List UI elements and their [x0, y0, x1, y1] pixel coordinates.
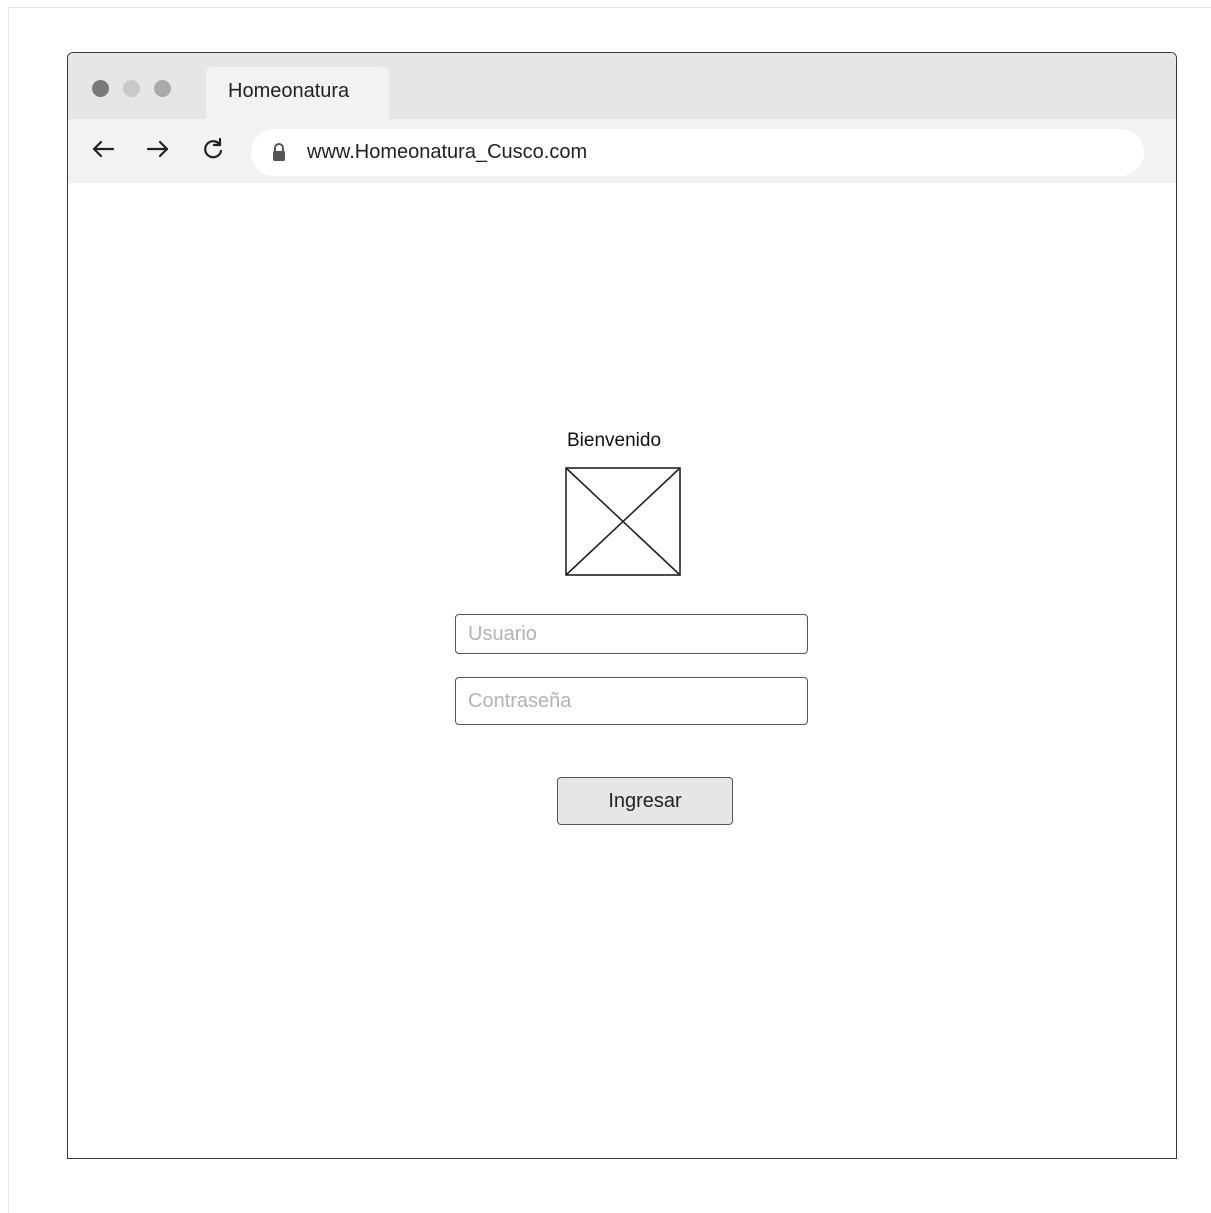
- maximize-dot-icon[interactable]: [154, 80, 171, 97]
- username-input[interactable]: [455, 614, 808, 654]
- url-text: www.Homeonatura_Cusco.com: [307, 141, 588, 163]
- login-button[interactable]: Ingresar: [557, 777, 733, 825]
- password-input[interactable]: [455, 677, 808, 725]
- reload-button[interactable]: [195, 131, 231, 167]
- page-edge-left: [8, 7, 9, 1213]
- lock-icon: [273, 143, 285, 161]
- tab-title: Homeonatura: [228, 80, 350, 102]
- browser-tab[interactable]: Homeonatura: [206, 67, 389, 119]
- browser-window: Homeonatura www.Homeonatura_Cusco.com Bi…: [67, 52, 1177, 1159]
- reload-icon: [204, 137, 223, 159]
- back-arrow-icon: [92, 140, 115, 158]
- address-bar[interactable]: www.Homeonatura_Cusco.com: [251, 129, 1144, 176]
- page-edge-top: [8, 7, 1211, 8]
- minimize-dot-icon[interactable]: [123, 80, 140, 97]
- browser-toolbar: www.Homeonatura_Cusco.com: [68, 119, 1176, 183]
- forward-button[interactable]: [140, 131, 176, 167]
- tab-strip: Homeonatura: [68, 53, 1176, 119]
- welcome-title: Bienvenido: [567, 430, 662, 451]
- canvas: Homeonatura www.Homeonatura_Cusco.com Bi…: [0, 0, 1211, 1213]
- back-button[interactable]: [85, 131, 121, 167]
- page-content: Bienvenido Ingresar: [68, 183, 1176, 1158]
- close-dot-icon[interactable]: [92, 80, 109, 97]
- image-placeholder-icon: [565, 467, 681, 576]
- forward-arrow-icon: [146, 140, 169, 158]
